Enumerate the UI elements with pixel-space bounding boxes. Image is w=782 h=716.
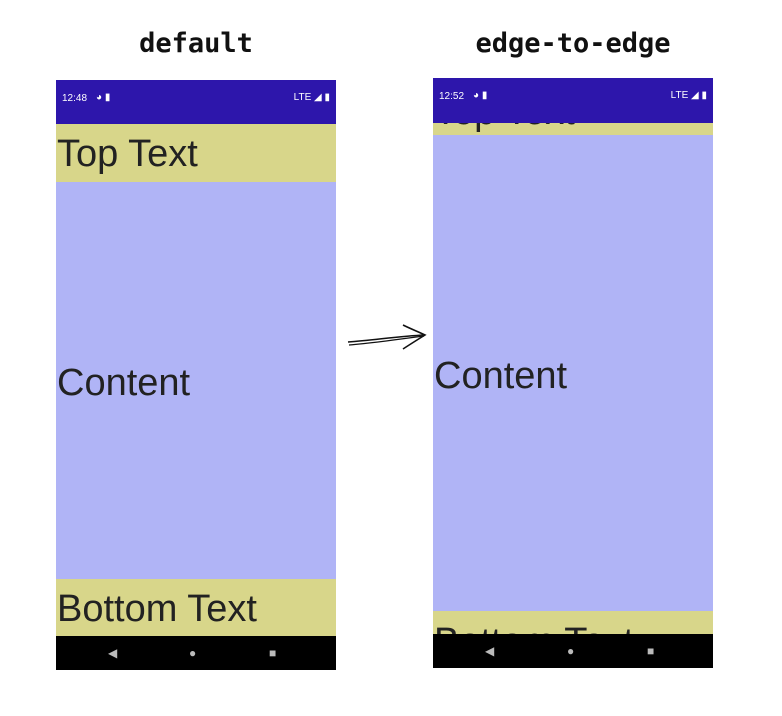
signal-battery-icon: LTE ◢ ▮ [670,90,707,101]
phone-default: 12:48 ◕ ▮ LTE ◢ ▮ Top Text Content Botto… [56,80,336,670]
network-label: LTE [670,90,689,101]
top-band: Top Text [56,124,336,182]
notification-icons: ◕ ▮ [96,92,111,103]
status-bar: 12:52 ◕ ▮ LTE ◢ ▮ [433,78,713,123]
status-time: 12:52 [439,91,465,102]
home-icon[interactable]: ● [567,644,574,658]
content-text: Content [57,362,191,404]
signal-battery-icon: LTE ◢ ▮ [293,92,330,103]
nav-bar: ◀ ● ■ [56,636,336,670]
back-icon[interactable]: ◀ [108,646,117,660]
arrow-icon [347,324,427,350]
label-default: default [139,28,253,59]
bottom-band: Bottom Text [56,579,336,636]
label-edge-to-edge: edge-to-edge [475,28,671,59]
recents-icon[interactable]: ■ [269,646,276,660]
network-label: LTE [293,92,312,103]
phone-edge-to-edge: 12:52 ◕ ▮ LTE ◢ ▮ Top Text Content Botto… [433,78,713,668]
notification-icons: ◕ ▮ [473,90,488,101]
bottom-text: Bottom Text [57,588,257,630]
content-text: Content [434,355,568,397]
status-time: 12:48 [62,93,88,104]
recents-icon[interactable]: ■ [647,644,654,658]
back-icon[interactable]: ◀ [485,644,494,658]
top-text: Top Text [57,133,198,175]
home-icon[interactable]: ● [189,646,196,660]
nav-bar: ◀ ● ■ [433,634,713,668]
status-bar: 12:48 ◕ ▮ LTE ◢ ▮ [56,80,336,124]
